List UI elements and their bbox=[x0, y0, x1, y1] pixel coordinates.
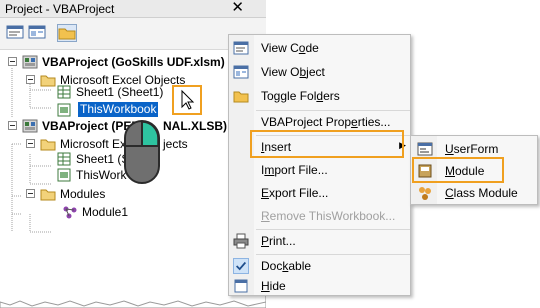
project-explorer-window: Project - VBAProject ✕ VBAProject (GoSki… bbox=[0, 0, 266, 308]
module-highlight bbox=[412, 157, 504, 183]
class-module-icon bbox=[419, 187, 431, 200]
menu-item-label: View Object bbox=[261, 65, 325, 79]
view-code-button[interactable] bbox=[6, 24, 26, 42]
collapse-icon[interactable] bbox=[26, 189, 35, 198]
menu-item-label: Dockable bbox=[261, 259, 312, 273]
module-icon bbox=[63, 206, 77, 219]
vba-project-icon bbox=[22, 55, 38, 69]
cursor-highlight bbox=[172, 85, 202, 115]
title-bar: Project - VBAProject ✕ bbox=[0, 0, 266, 18]
tree-item-label: VBAProject (GoSkills UDF.xlsm) bbox=[42, 55, 225, 69]
menu-item-label: Hide bbox=[261, 279, 286, 293]
menu-item-remove: Remove ThisWorkbook... bbox=[229, 205, 412, 227]
menu-item-view-object[interactable]: View Object bbox=[229, 61, 412, 83]
view-code-icon bbox=[6, 25, 24, 39]
tree-item-label: ThisWorkbook bbox=[78, 102, 159, 117]
folder-icon bbox=[40, 139, 56, 151]
view-object-icon bbox=[233, 65, 249, 79]
menu-item-dockable[interactable]: Dockable bbox=[229, 255, 412, 277]
menu-item-label: Export File... bbox=[261, 186, 329, 200]
menu-item-label: View Code bbox=[261, 41, 319, 55]
view-object-button[interactable] bbox=[28, 24, 48, 42]
tree-item-label: ThisWork bbox=[76, 168, 127, 182]
menu-item-print[interactable]: Print... bbox=[229, 230, 412, 252]
view-code-icon bbox=[233, 41, 249, 55]
insert-highlight bbox=[250, 130, 404, 158]
menu-item-import-file[interactable]: Import File... bbox=[229, 159, 412, 181]
tree-item-label: Sheet1 (Sheet1) bbox=[76, 85, 164, 99]
close-icon[interactable]: ✕ bbox=[231, 0, 244, 16]
menu-item-hide[interactable]: Hide bbox=[229, 275, 412, 297]
printer-icon bbox=[233, 233, 249, 249]
userform-icon bbox=[417, 142, 433, 156]
mouse-icon bbox=[124, 120, 160, 184]
context-menu: View Code View Object Toggle Folders VBA… bbox=[228, 34, 411, 296]
collapse-icon[interactable] bbox=[8, 121, 17, 130]
tree-item-sheet1[interactable]: Sheet1 (Sheet1) bbox=[0, 83, 266, 101]
submenu-item-label: UserForm bbox=[445, 142, 499, 156]
hide-icon bbox=[234, 279, 248, 293]
menu-item-label: VBAProject Properties... bbox=[261, 115, 391, 129]
menu-item-label: Toggle Folders bbox=[261, 89, 340, 103]
menu-item-label: Remove ThisWorkbook... bbox=[261, 209, 396, 223]
menu-item-toggle-folders[interactable]: Toggle Folders bbox=[229, 85, 412, 107]
toggle-folders-button[interactable] bbox=[57, 24, 77, 42]
tree-item-module1[interactable]: Module1 bbox=[0, 203, 266, 221]
torn-edge bbox=[0, 300, 266, 308]
menu-item-label: Print... bbox=[261, 234, 296, 248]
menu-item-label: Import File... bbox=[261, 163, 328, 177]
tree-item-modules[interactable]: Modules bbox=[0, 185, 266, 203]
submenu-item-label: Class Module bbox=[445, 186, 518, 200]
collapse-icon[interactable] bbox=[26, 139, 35, 148]
collapse-icon[interactable] bbox=[8, 57, 17, 66]
tree-item-label: Module1 bbox=[82, 205, 129, 219]
view-object-icon bbox=[28, 25, 46, 39]
worksheet-icon bbox=[57, 152, 71, 166]
worksheet-icon bbox=[57, 85, 71, 99]
toolbar bbox=[0, 18, 266, 50]
folder-icon bbox=[40, 189, 56, 201]
folder-icon bbox=[233, 91, 249, 103]
window-title: Project - VBAProject bbox=[5, 2, 115, 16]
tree-item-project-1[interactable]: VBAProject (GoSkills UDF.xlsm) bbox=[0, 53, 266, 71]
workbook-icon bbox=[57, 168, 71, 182]
tree-item-label: Modules bbox=[60, 187, 106, 201]
folder-icon bbox=[58, 28, 76, 40]
menu-item-view-code[interactable]: View Code bbox=[229, 37, 412, 59]
mouse-pointer-icon bbox=[181, 89, 195, 110]
workbook-icon bbox=[57, 103, 71, 117]
menu-item-export-file[interactable]: Export File... bbox=[229, 182, 412, 204]
checkmark-icon bbox=[233, 258, 249, 274]
submenu-item-class-module[interactable]: Class Module bbox=[411, 182, 539, 204]
tree-item-label-tail: NAL.XLSB) bbox=[163, 119, 227, 133]
vba-project-icon bbox=[22, 119, 38, 133]
